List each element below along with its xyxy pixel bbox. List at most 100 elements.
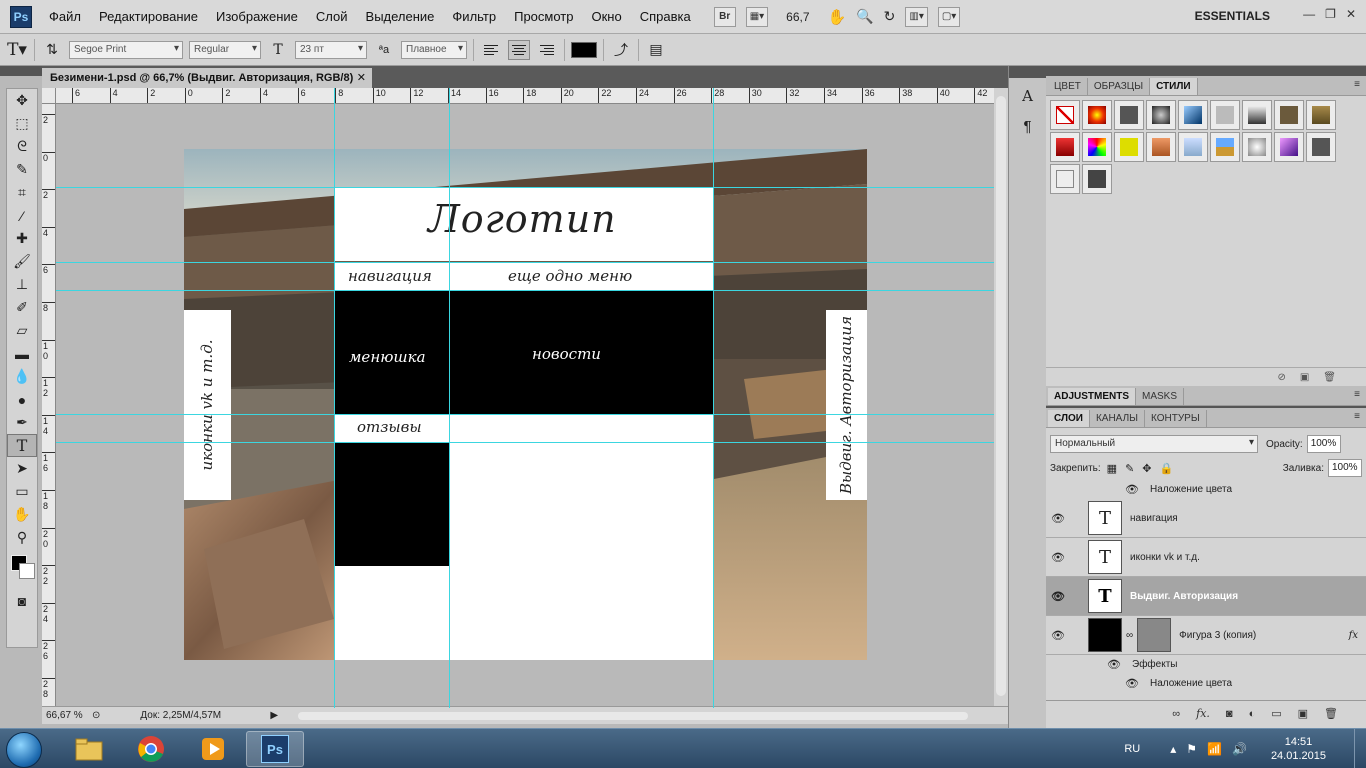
- start-button[interactable]: [6, 732, 42, 768]
- vertical-ruler[interactable]: 2 0 2 4 6 8 1 0 1 2 1 4 1 6 1 8 2 0 2 2 2 4 2 6 2 8: [42, 104, 56, 714]
- style-swatch[interactable]: [1082, 164, 1112, 194]
- language-indicator[interactable]: RU: [1124, 743, 1140, 755]
- tab-swatches[interactable]: ОБРАЗЦЫ: [1088, 78, 1151, 95]
- horizontal-scrollbar[interactable]: [298, 711, 969, 720]
- link-layers-icon[interactable]: ∞: [1172, 708, 1180, 720]
- hand-tool-icon[interactable]: ✋: [7, 503, 37, 526]
- style-swatch[interactable]: [1274, 132, 1304, 162]
- show-hidden-icons[interactable]: ▴: [1170, 742, 1176, 756]
- style-swatch[interactable]: [1146, 100, 1176, 130]
- tab-adjustments[interactable]: ADJUSTMENTS: [1048, 388, 1137, 405]
- tab-styles[interactable]: СТИЛИ: [1150, 78, 1198, 95]
- warp-text-icon[interactable]: ⤴: [610, 40, 632, 60]
- vertical-scrollbar[interactable]: [994, 88, 1008, 714]
- link-icon[interactable]: ∞: [1126, 630, 1133, 641]
- font-style-select[interactable]: Regular: [189, 40, 261, 59]
- style-swatch[interactable]: [1050, 164, 1080, 194]
- lock-all-icon[interactable]: 🔒: [1160, 462, 1174, 475]
- style-swatch[interactable]: [1242, 132, 1272, 162]
- pen-tool-icon[interactable]: ✒: [7, 411, 37, 434]
- eyedropper-icon[interactable]: ⁄: [7, 204, 37, 227]
- menu-layer[interactable]: Слой: [307, 9, 357, 24]
- media-player-taskbar-button[interactable]: [184, 731, 242, 767]
- close-document-icon[interactable]: ✕: [357, 71, 366, 84]
- text-color-swatch[interactable]: [571, 41, 597, 58]
- fill-input[interactable]: 100%: [1328, 459, 1362, 477]
- tab-paths[interactable]: КОНТУРЫ: [1145, 410, 1207, 427]
- character-panel-icon[interactable]: A: [1014, 84, 1042, 108]
- screen-mode-icon[interactable]: ▢▾: [937, 6, 961, 27]
- flag-icon[interactable]: ⚑: [1186, 742, 1197, 756]
- new-style-icon[interactable]: ▣: [1300, 372, 1309, 383]
- delete-style-icon[interactable]: 🗑: [1323, 372, 1336, 383]
- marquee-tool-icon[interactable]: ⬚: [7, 112, 37, 135]
- new-group-icon[interactable]: ▭: [1271, 707, 1281, 720]
- delete-layer-icon[interactable]: 🗑: [1324, 707, 1338, 720]
- eye-icon[interactable]: 👁: [1046, 551, 1070, 564]
- horizontal-ruler[interactable]: 6 4 2 0 2 4 6 8 10 12 14 16 18 20 22 24 26 28 30 32 34 36 38 40…: [56, 88, 994, 104]
- panel-menu-icon[interactable]: ≡: [1354, 389, 1360, 400]
- guide-line[interactable]: [334, 88, 335, 708]
- clear-style-icon[interactable]: ⊘: [1277, 372, 1285, 383]
- opacity-input[interactable]: 100%: [1306, 435, 1341, 453]
- ruler-origin[interactable]: [42, 88, 56, 104]
- rotate-view-icon[interactable]: ↻: [884, 8, 896, 25]
- zoom-tool-icon[interactable]: ⚲: [7, 526, 37, 549]
- tab-channels[interactable]: КАНАЛЫ: [1090, 410, 1145, 427]
- zoom-tool-icon[interactable]: 🔍: [856, 8, 873, 25]
- close-icon[interactable]: ✕: [1346, 7, 1356, 21]
- style-swatch[interactable]: [1178, 100, 1208, 130]
- tab-color[interactable]: ЦВЕТ: [1048, 78, 1088, 95]
- magic-wand-icon[interactable]: ✎: [7, 158, 37, 181]
- guide-line[interactable]: [449, 88, 450, 708]
- menu-window[interactable]: Окно: [582, 9, 630, 24]
- arrange-documents-icon[interactable]: ▥▾: [905, 6, 928, 27]
- layer-row-selected[interactable]: 👁 T Выдвиг. Авторизация: [1046, 577, 1366, 616]
- quick-mask-icon[interactable]: ◙: [7, 589, 37, 612]
- eye-icon[interactable]: 👁: [1046, 590, 1070, 603]
- style-swatch[interactable]: [1274, 100, 1304, 130]
- layer-row[interactable]: 👁 ∞ Фигура 3 (копия) fx: [1046, 616, 1366, 655]
- style-none[interactable]: [1050, 100, 1080, 130]
- guide-line[interactable]: [713, 88, 714, 708]
- minimize-icon[interactable]: —: [1303, 7, 1315, 21]
- scrollbar-thumb[interactable]: [996, 96, 1006, 696]
- menu-select[interactable]: Выделение: [357, 9, 444, 24]
- news-text[interactable]: новости: [532, 345, 601, 363]
- workspace-switcher[interactable]: ESSENTIALS: [1195, 9, 1270, 23]
- show-desktop-button[interactable]: [1354, 729, 1366, 768]
- new-layer-icon[interactable]: ▣: [1298, 707, 1308, 720]
- lock-pixels-icon[interactable]: ✎: [1125, 462, 1134, 475]
- paragraph-panel-icon[interactable]: ¶: [1014, 114, 1042, 138]
- chrome-taskbar-button[interactable]: [122, 731, 180, 767]
- eye-icon[interactable]: 👁: [1120, 677, 1144, 690]
- history-brush-icon[interactable]: ✐: [7, 296, 37, 319]
- canvas[interactable]: Логотип навигация еще одно меню менюшка …: [184, 149, 867, 660]
- eye-icon[interactable]: 👁: [1120, 483, 1144, 496]
- menu-filter[interactable]: Фильтр: [443, 9, 505, 24]
- restore-icon[interactable]: ❐: [1325, 7, 1336, 21]
- toggle-orientation-icon[interactable]: ⇅: [41, 41, 63, 58]
- tab-layers[interactable]: СЛОИ: [1048, 410, 1090, 427]
- brush-tool-icon[interactable]: 🖌: [7, 250, 37, 273]
- guide-line[interactable]: [56, 187, 994, 188]
- style-swatch[interactable]: [1306, 100, 1336, 130]
- blend-mode-select[interactable]: Нормальный: [1050, 435, 1258, 453]
- healing-brush-icon[interactable]: ✚: [7, 227, 37, 250]
- layer-effect-row[interactable]: 👁 Наложение цвета: [1046, 674, 1366, 693]
- type-tool-icon[interactable]: T: [7, 434, 37, 457]
- menu-help[interactable]: Справка: [631, 9, 700, 24]
- align-right-button[interactable]: [536, 40, 558, 60]
- tab-masks[interactable]: MASKS: [1136, 388, 1185, 405]
- lasso-tool-icon[interactable]: ᘓ: [7, 135, 37, 158]
- layer-row[interactable]: 👁 T навигация: [1046, 499, 1366, 538]
- nav-text[interactable]: навигация: [348, 267, 432, 285]
- guide-line[interactable]: [56, 290, 994, 291]
- style-swatch[interactable]: [1082, 132, 1112, 162]
- menu2-text[interactable]: еще одно меню: [508, 267, 632, 285]
- style-swatch[interactable]: [1210, 100, 1240, 130]
- style-swatch[interactable]: [1242, 100, 1272, 130]
- photoshop-logo[interactable]: Ps: [10, 5, 32, 28]
- adjustment-layer-icon[interactable]: ◐: [1249, 708, 1256, 720]
- menu-file[interactable]: Файл: [40, 9, 90, 24]
